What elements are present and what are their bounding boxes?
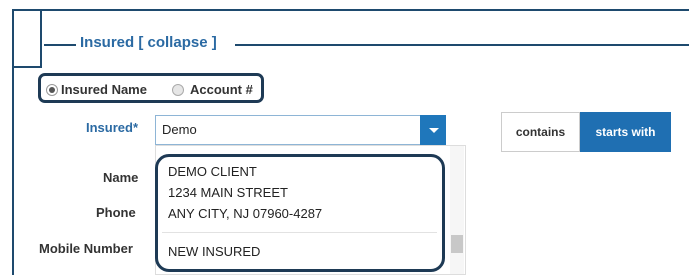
radio-account-number-label[interactable]: Account # bbox=[190, 82, 253, 97]
legend-rule-right bbox=[235, 44, 689, 46]
insured-label: Insured* bbox=[86, 120, 139, 135]
mobile-number-label: Mobile Number bbox=[39, 241, 133, 256]
insured-input[interactable]: Demo bbox=[155, 115, 421, 145]
radio-insured-name-label[interactable]: Insured Name bbox=[61, 82, 147, 97]
legend-rule-left bbox=[44, 44, 76, 46]
name-label: Name bbox=[103, 170, 139, 185]
insured-dropdown-button[interactable] bbox=[420, 115, 446, 145]
contains-button[interactable]: contains bbox=[501, 112, 580, 152]
section-corner bbox=[12, 9, 42, 68]
section-legend[interactable]: Insured [ collapse ] bbox=[80, 34, 217, 51]
phone-label: Phone bbox=[96, 205, 136, 220]
radio-account-number[interactable] bbox=[172, 84, 184, 96]
starts-with-button[interactable]: starts with bbox=[580, 112, 671, 152]
dropdown-scrollbar[interactable] bbox=[450, 146, 464, 274]
suggestion-highlight-box bbox=[155, 154, 445, 272]
radio-insured-name[interactable] bbox=[46, 84, 58, 96]
section-frame-top bbox=[12, 9, 689, 11]
dropdown-scroll-thumb[interactable] bbox=[451, 235, 463, 253]
